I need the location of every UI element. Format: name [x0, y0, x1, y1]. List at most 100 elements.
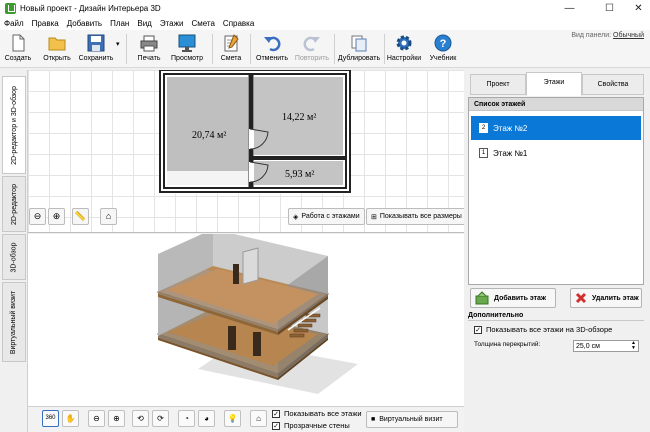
- menu-floors[interactable]: Этажи: [160, 19, 184, 28]
- menu-estimate[interactable]: Смета: [191, 19, 214, 28]
- svg-text:?: ?: [440, 38, 447, 50]
- tab-2d[interactable]: 2D-редактор: [2, 176, 26, 232]
- zoom-out-3d-button[interactable]: ⊖: [88, 410, 105, 427]
- menu-help[interactable]: Справка: [223, 19, 254, 28]
- zoom-in-icon: ⊕: [52, 211, 61, 221]
- floor-item[interactable]: 1 Этаж №1: [471, 141, 641, 165]
- menu-edit[interactable]: Правка: [32, 19, 59, 28]
- view-3d[interactable]: [28, 229, 464, 432]
- room-area-label: 14,22 м²: [282, 112, 317, 123]
- tab-floors[interactable]: Этажи: [526, 72, 582, 96]
- pan-button[interactable]: ✋: [62, 410, 79, 427]
- rotate-right-icon: ⟳: [157, 414, 164, 423]
- zoom-out-icon: ⊖: [93, 414, 100, 423]
- house-3d-model[interactable]: [28, 229, 464, 406]
- menu-add[interactable]: Добавить: [67, 19, 102, 28]
- show-sizes-button[interactable]: ⊞ Показывать все размеры: [366, 208, 464, 225]
- title-bar: Новый проект - Дизайн Интерьера 3D — ☐ ✕: [0, 0, 650, 17]
- window-title: Новый проект - Дизайн Интерьера 3D: [20, 4, 161, 13]
- copy-icon: [350, 34, 368, 52]
- view-mode: Вид панели: Обычный: [571, 32, 644, 39]
- add-floor-icon: [475, 291, 489, 305]
- save-dropdown-icon[interactable]: ▾: [116, 40, 120, 48]
- tilt-up-icon: ◔: [184, 414, 189, 423]
- preview-button[interactable]: Просмотр: [170, 32, 204, 66]
- home-icon: ⌂: [105, 211, 112, 221]
- floor-icon: 1: [479, 148, 488, 158]
- print-button[interactable]: Печать: [135, 32, 163, 66]
- tilt-down-icon: ◕: [204, 414, 209, 423]
- show-all-floors-checkbox[interactable]: ✓ Показывать все этажи: [272, 409, 362, 418]
- floor-icon: 2: [479, 123, 488, 133]
- create-button[interactable]: Создать: [4, 32, 32, 66]
- notepad-icon: [222, 34, 240, 52]
- virtual-visit-button[interactable]: ■ Виртуальный визит: [366, 411, 458, 428]
- layers-icon: ◈: [293, 213, 299, 221]
- additional-section-title: Дополнительно: [468, 312, 644, 321]
- monitor-icon: [178, 34, 196, 52]
- side-tabs: 2D-редактор и 3D-обзор 2D-редактор 3D-об…: [0, 70, 28, 432]
- undo-icon: [263, 34, 281, 52]
- hand-icon: ✋: [65, 414, 76, 423]
- menu-file[interactable]: Файл: [4, 19, 24, 28]
- view-3d-toolbar: 360 ✋ ⊖ ⊕ ⟲ ⟳ ◔ ◕ 💡 ⌂ ✓ Показывать все эт…: [28, 406, 464, 432]
- minimize-button[interactable]: —: [558, 0, 581, 17]
- rotate-left-button[interactable]: ⟲: [132, 410, 149, 427]
- tutorial-button[interactable]: ? Учебник: [428, 32, 458, 66]
- transparent-walls-checkbox[interactable]: ✓ Прозрачные стены: [272, 421, 350, 430]
- menu-plan[interactable]: План: [110, 19, 129, 28]
- floor-item[interactable]: 2 Этаж №2: [471, 116, 641, 140]
- room-large[interactable]: [167, 77, 248, 171]
- dimensions-icon: ⊞: [371, 213, 377, 221]
- tilt-up-button[interactable]: ◔: [178, 410, 195, 427]
- undo-button[interactable]: Отменить: [255, 32, 289, 66]
- printer-icon: [140, 34, 158, 52]
- toolbar-divider: [334, 34, 335, 64]
- show-all-3d-checkbox[interactable]: ✓ Показывать все этажи на 3D-обзоре: [474, 325, 612, 334]
- save-button[interactable]: Сохранить: [78, 32, 114, 66]
- tilt-down-button[interactable]: ◕: [198, 410, 215, 427]
- menu-view[interactable]: Вид: [137, 19, 151, 28]
- tab-2d-3d[interactable]: 2D-редактор и 3D-обзор: [2, 76, 26, 174]
- ruler-button[interactable]: 📏: [72, 208, 89, 225]
- floor-list: Список этажей 2 Этаж №2 1 Этаж №1: [468, 97, 644, 285]
- checkbox-checked-icon: ✓: [474, 325, 482, 334]
- home-3d-button[interactable]: ⌂: [250, 410, 267, 427]
- rotate-left-icon: ⟲: [137, 414, 144, 423]
- rotate-360-icon: 360: [45, 415, 56, 421]
- spinner-icon[interactable]: ▲ ▼: [631, 341, 636, 351]
- folder-icon: [48, 34, 66, 52]
- gear-icon: [395, 34, 413, 52]
- duplicate-button[interactable]: Дублировать: [338, 32, 380, 66]
- thickness-input[interactable]: 25,0 см ▲ ▼: [573, 340, 639, 352]
- tab-virtual-visit[interactable]: Виртуальный визит: [2, 282, 26, 362]
- tab-3d[interactable]: 3D-обзор: [2, 234, 26, 280]
- add-floor-button[interactable]: Добавить этаж: [470, 288, 556, 308]
- light-button[interactable]: 💡: [224, 410, 241, 427]
- zoom-in-button[interactable]: ⊕: [48, 208, 65, 225]
- redo-icon: [303, 34, 321, 52]
- toolbar-divider: [384, 34, 385, 64]
- zoom-in-3d-button[interactable]: ⊕: [108, 410, 125, 427]
- view-mode-link[interactable]: Обычный: [613, 32, 644, 39]
- settings-button[interactable]: Настройки: [387, 32, 421, 66]
- redo-button[interactable]: Повторить: [294, 32, 330, 66]
- open-button[interactable]: Открыть: [42, 32, 72, 66]
- checkbox-checked-icon: ✓: [272, 409, 280, 418]
- maximize-button[interactable]: ☐: [598, 0, 621, 17]
- tab-project[interactable]: Проект: [470, 74, 526, 95]
- estimate-button[interactable]: Смета: [218, 32, 244, 66]
- floors-work-button[interactable]: ◈ Работа с этажами: [288, 208, 365, 225]
- home-icon: ⌂: [256, 414, 261, 423]
- zoom-out-button[interactable]: ⊖: [29, 208, 46, 225]
- tab-properties[interactable]: Свойства: [582, 74, 644, 95]
- view-360-button[interactable]: 360: [42, 410, 59, 427]
- rotate-right-button[interactable]: ⟳: [152, 410, 169, 427]
- close-button[interactable]: ✕: [627, 0, 650, 17]
- plan-2d-view[interactable]: 20,74 м² 14,22 м² 5,93 м² ⊖ ⊕ 📏 ⌂ ◈ Работ…: [28, 70, 464, 233]
- floor-list-title: Список этажей: [469, 98, 643, 111]
- delete-floor-button[interactable]: Удалить этаж: [570, 288, 642, 308]
- ruler-icon: 📏: [74, 211, 87, 221]
- toolbar-divider: [126, 34, 127, 64]
- home-button[interactable]: ⌂: [100, 208, 117, 225]
